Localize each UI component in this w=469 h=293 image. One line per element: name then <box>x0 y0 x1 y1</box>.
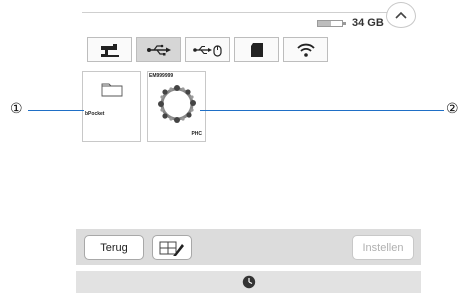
folder-label: bPocket <box>85 111 105 117</box>
sd-card-icon <box>250 42 263 57</box>
embroidery-wreath-preview <box>158 85 196 123</box>
back-button[interactable]: Terug <box>84 235 144 260</box>
storage-free-label: 34 GB <box>352 17 384 29</box>
clock-icon <box>242 275 255 289</box>
set-button[interactable]: Instellen <box>352 235 414 260</box>
tab-machine-memory[interactable] <box>87 37 132 62</box>
callout-2-line <box>200 110 444 111</box>
top-divider <box>82 12 406 13</box>
embroidery-code: EM999999 <box>149 73 174 79</box>
callout-1: ① <box>10 100 23 116</box>
wifi-icon <box>296 43 315 57</box>
storage-indicator: 34 GB <box>317 16 384 30</box>
tab-sd-card[interactable] <box>234 37 279 62</box>
scroll-up-button[interactable] <box>386 2 416 28</box>
status-footer <box>76 271 421 293</box>
tab-usb[interactable] <box>136 37 181 62</box>
callout-2: ② <box>446 100 459 116</box>
folder-item-bpocket[interactable]: bPocket <box>82 71 141 142</box>
storage-fill <box>318 20 332 26</box>
usb-mouse-icon <box>192 44 222 57</box>
embroidery-file-item[interactable]: EM999999 PHC <box>147 71 206 142</box>
embroidery-tag: PHC <box>191 131 202 137</box>
usb-icon <box>146 44 171 55</box>
embroidery-machine-icon <box>100 43 119 57</box>
edit-pattern-icon <box>159 241 184 256</box>
tab-usb-mouse[interactable] <box>185 37 230 62</box>
storage-bar <box>317 19 343 27</box>
tab-wireless[interactable] <box>283 37 328 62</box>
file-list: bPocket EM999999 PHC <box>82 71 206 142</box>
callout-1-line <box>28 110 84 111</box>
storage-bar-tip <box>343 21 346 25</box>
edit-pattern-button[interactable] <box>152 235 192 260</box>
folder-icon <box>101 83 123 97</box>
device-tabs <box>87 37 328 62</box>
chevron-up-icon <box>395 11 407 19</box>
